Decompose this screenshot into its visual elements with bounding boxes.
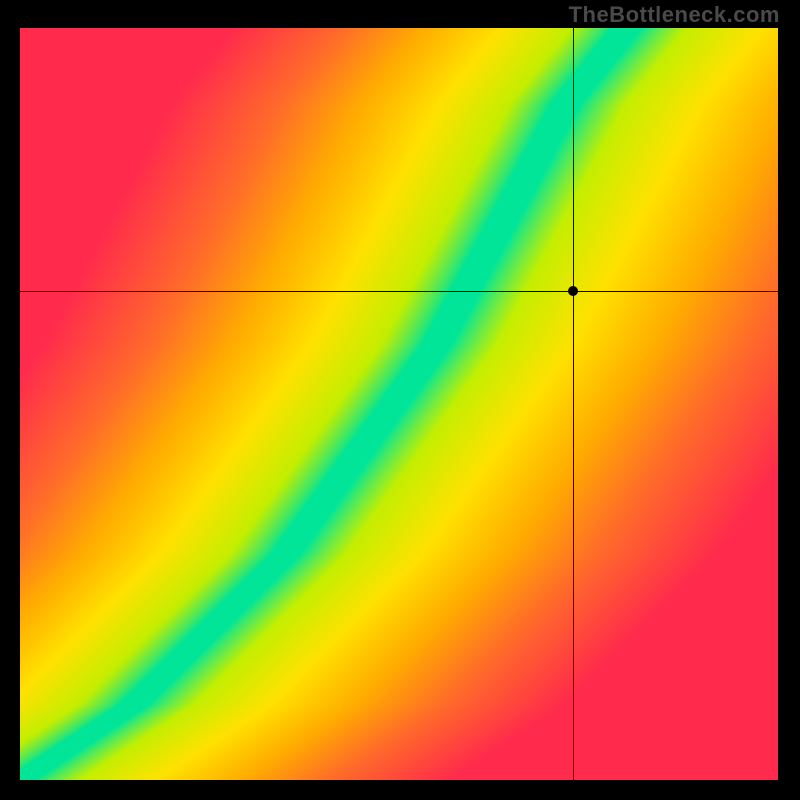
crosshair-marker bbox=[568, 286, 578, 296]
crosshair-vertical bbox=[573, 28, 574, 780]
watermark-text: TheBottleneck.com bbox=[569, 2, 780, 28]
crosshair-horizontal bbox=[20, 291, 778, 292]
heatmap-canvas bbox=[20, 28, 778, 780]
heatmap-plot-area bbox=[20, 28, 778, 780]
chart-frame: TheBottleneck.com bbox=[0, 0, 800, 800]
